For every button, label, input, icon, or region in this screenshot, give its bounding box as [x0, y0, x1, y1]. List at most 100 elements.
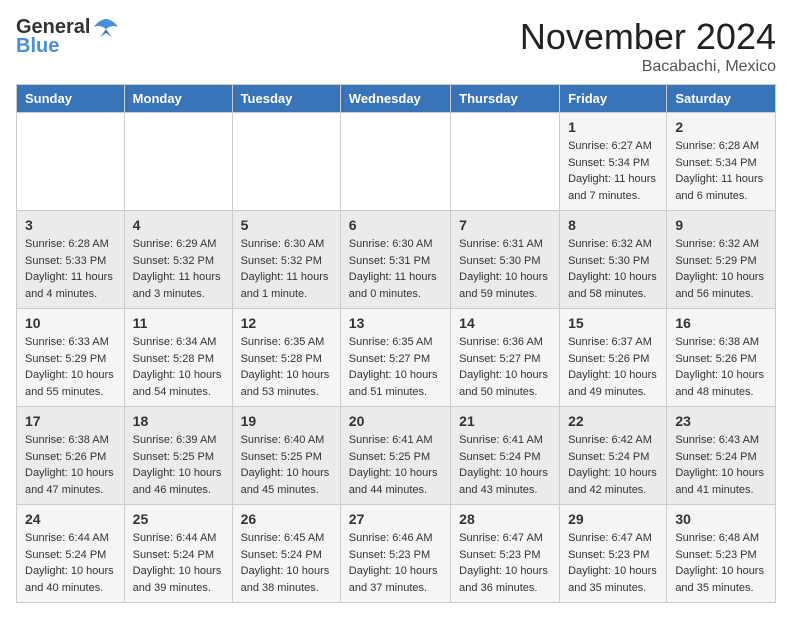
calendar-cell: 17Sunrise: 6:38 AMSunset: 5:26 PMDayligh… [17, 407, 125, 505]
cell-line: Sunrise: 6:37 AM [568, 334, 658, 351]
cell-line: Daylight: 11 hours and 1 minute. [241, 269, 332, 302]
cell-line: Daylight: 10 hours and 59 minutes. [459, 269, 551, 302]
cell-line: Daylight: 10 hours and 44 minutes. [349, 465, 442, 498]
cell-line: Daylight: 11 hours and 6 minutes. [675, 171, 767, 204]
cell-line: Sunset: 5:26 PM [675, 351, 767, 368]
calendar-cell: 7Sunrise: 6:31 AMSunset: 5:30 PMDaylight… [451, 211, 560, 309]
day-number: 10 [25, 315, 116, 331]
day-number: 11 [133, 315, 224, 331]
day-number: 6 [349, 217, 442, 233]
cell-line: Sunset: 5:24 PM [133, 547, 224, 564]
cell-line: Sunset: 5:34 PM [675, 155, 767, 172]
day-number: 29 [568, 511, 658, 527]
cell-line: Sunrise: 6:30 AM [241, 236, 332, 253]
day-number: 9 [675, 217, 767, 233]
header-tuesday: Tuesday [232, 85, 340, 113]
calendar-cell: 27Sunrise: 6:46 AMSunset: 5:23 PMDayligh… [340, 505, 450, 603]
cell-line: Sunset: 5:34 PM [568, 155, 658, 172]
location-subtitle: Bacabachi, Mexico [520, 58, 776, 76]
day-number: 27 [349, 511, 442, 527]
day-number: 16 [675, 315, 767, 331]
cell-line: Sunset: 5:24 PM [568, 449, 658, 466]
cell-line: Sunrise: 6:28 AM [675, 138, 767, 155]
cell-line: Daylight: 10 hours and 48 minutes. [675, 367, 767, 400]
calendar-cell [17, 113, 125, 211]
cell-line: Sunset: 5:28 PM [241, 351, 332, 368]
cell-line: Daylight: 10 hours and 54 minutes. [133, 367, 224, 400]
cell-line: Daylight: 10 hours and 50 minutes. [459, 367, 551, 400]
calendar-cell: 1Sunrise: 6:27 AMSunset: 5:34 PMDaylight… [560, 113, 667, 211]
calendar-cell [232, 113, 340, 211]
cell-line: Sunrise: 6:32 AM [568, 236, 658, 253]
cell-line: Daylight: 10 hours and 55 minutes. [25, 367, 116, 400]
calendar-week-3: 10Sunrise: 6:33 AMSunset: 5:29 PMDayligh… [17, 309, 776, 407]
cell-line: Sunrise: 6:43 AM [675, 432, 767, 449]
cell-line: Daylight: 10 hours and 37 minutes. [349, 563, 442, 596]
cell-line: Daylight: 10 hours and 36 minutes. [459, 563, 551, 596]
day-number: 18 [133, 413, 224, 429]
calendar-cell: 24Sunrise: 6:44 AMSunset: 5:24 PMDayligh… [17, 505, 125, 603]
header-friday: Friday [560, 85, 667, 113]
cell-line: Daylight: 10 hours and 47 minutes. [25, 465, 116, 498]
cell-line: Daylight: 11 hours and 4 minutes. [25, 269, 116, 302]
day-number: 24 [25, 511, 116, 527]
cell-line: Daylight: 10 hours and 49 minutes. [568, 367, 658, 400]
day-number: 4 [133, 217, 224, 233]
cell-line: Sunrise: 6:47 AM [568, 530, 658, 547]
cell-line: Sunrise: 6:34 AM [133, 334, 224, 351]
cell-line: Daylight: 10 hours and 58 minutes. [568, 269, 658, 302]
calendar-cell [124, 113, 232, 211]
cell-line: Sunrise: 6:28 AM [25, 236, 116, 253]
cell-line: Sunrise: 6:40 AM [241, 432, 332, 449]
page-header: General Blue November 2024 Bacabachi, Me… [16, 16, 776, 76]
cell-line: Daylight: 10 hours and 35 minutes. [568, 563, 658, 596]
calendar-week-5: 24Sunrise: 6:44 AMSunset: 5:24 PMDayligh… [17, 505, 776, 603]
cell-line: Daylight: 10 hours and 43 minutes. [459, 465, 551, 498]
calendar-cell: 16 Sunrise: 6:38 AMSunset: 5:26 PMDayligh… [667, 309, 776, 407]
cell-line: Sunrise: 6:48 AM [675, 530, 767, 547]
header-sunday: Sunday [17, 85, 125, 113]
logo-blue-text: Blue [16, 35, 59, 58]
day-number: 3 [25, 217, 116, 233]
cell-line: Sunset: 5:23 PM [459, 547, 551, 564]
cell-line: Sunrise: 6:44 AM [133, 530, 224, 547]
calendar-cell: 2 Sunrise: 6:28 AMSunset: 5:34 PMDaylight… [667, 113, 776, 211]
cell-line: Sunrise: 6:38 AM [675, 334, 767, 351]
day-number: 2 [675, 119, 767, 135]
cell-line: Sunrise: 6:35 AM [241, 334, 332, 351]
header-thursday: Thursday [451, 85, 560, 113]
cell-line: Sunset: 5:29 PM [25, 351, 116, 368]
calendar-table: SundayMondayTuesdayWednesdayThursdayFrid… [16, 84, 776, 603]
calendar-cell: 26Sunrise: 6:45 AMSunset: 5:24 PMDayligh… [232, 505, 340, 603]
calendar-cell: 3Sunrise: 6:28 AMSunset: 5:33 PMDaylight… [17, 211, 125, 309]
logo: General Blue [16, 16, 120, 58]
cell-line: Daylight: 10 hours and 56 minutes. [675, 269, 767, 302]
calendar-cell: 14Sunrise: 6:36 AMSunset: 5:27 PMDayligh… [451, 309, 560, 407]
cell-line: Sunset: 5:23 PM [675, 547, 767, 564]
cell-line: Daylight: 10 hours and 53 minutes. [241, 367, 332, 400]
month-title: November 2024 [520, 16, 776, 58]
cell-line: Sunset: 5:32 PM [241, 253, 332, 270]
cell-line: Sunset: 5:32 PM [133, 253, 224, 270]
day-number: 28 [459, 511, 551, 527]
calendar-cell: 28Sunrise: 6:47 AMSunset: 5:23 PMDayligh… [451, 505, 560, 603]
calendar-cell: 29Sunrise: 6:47 AMSunset: 5:23 PMDayligh… [560, 505, 667, 603]
title-block: November 2024 Bacabachi, Mexico [520, 16, 776, 76]
calendar-cell: 15Sunrise: 6:37 AMSunset: 5:26 PMDayligh… [560, 309, 667, 407]
cell-line: Sunrise: 6:30 AM [349, 236, 442, 253]
cell-line: Sunset: 5:24 PM [675, 449, 767, 466]
logo-bird-icon [92, 17, 120, 39]
cell-line: Sunrise: 6:27 AM [568, 138, 658, 155]
cell-line: Sunset: 5:26 PM [25, 449, 116, 466]
header-saturday: Saturday [667, 85, 776, 113]
cell-line: Sunrise: 6:41 AM [459, 432, 551, 449]
cell-line: Sunset: 5:24 PM [241, 547, 332, 564]
header-wednesday: Wednesday [340, 85, 450, 113]
cell-line: Daylight: 11 hours and 7 minutes. [568, 171, 658, 204]
cell-line: Daylight: 10 hours and 35 minutes. [675, 563, 767, 596]
cell-line: Daylight: 10 hours and 41 minutes. [675, 465, 767, 498]
day-number: 19 [241, 413, 332, 429]
cell-line: Daylight: 10 hours and 38 minutes. [241, 563, 332, 596]
cell-line: Daylight: 11 hours and 3 minutes. [133, 269, 224, 302]
calendar-cell: 30Sunrise: 6:48 AMSunset: 5:23 PMDayligh… [667, 505, 776, 603]
